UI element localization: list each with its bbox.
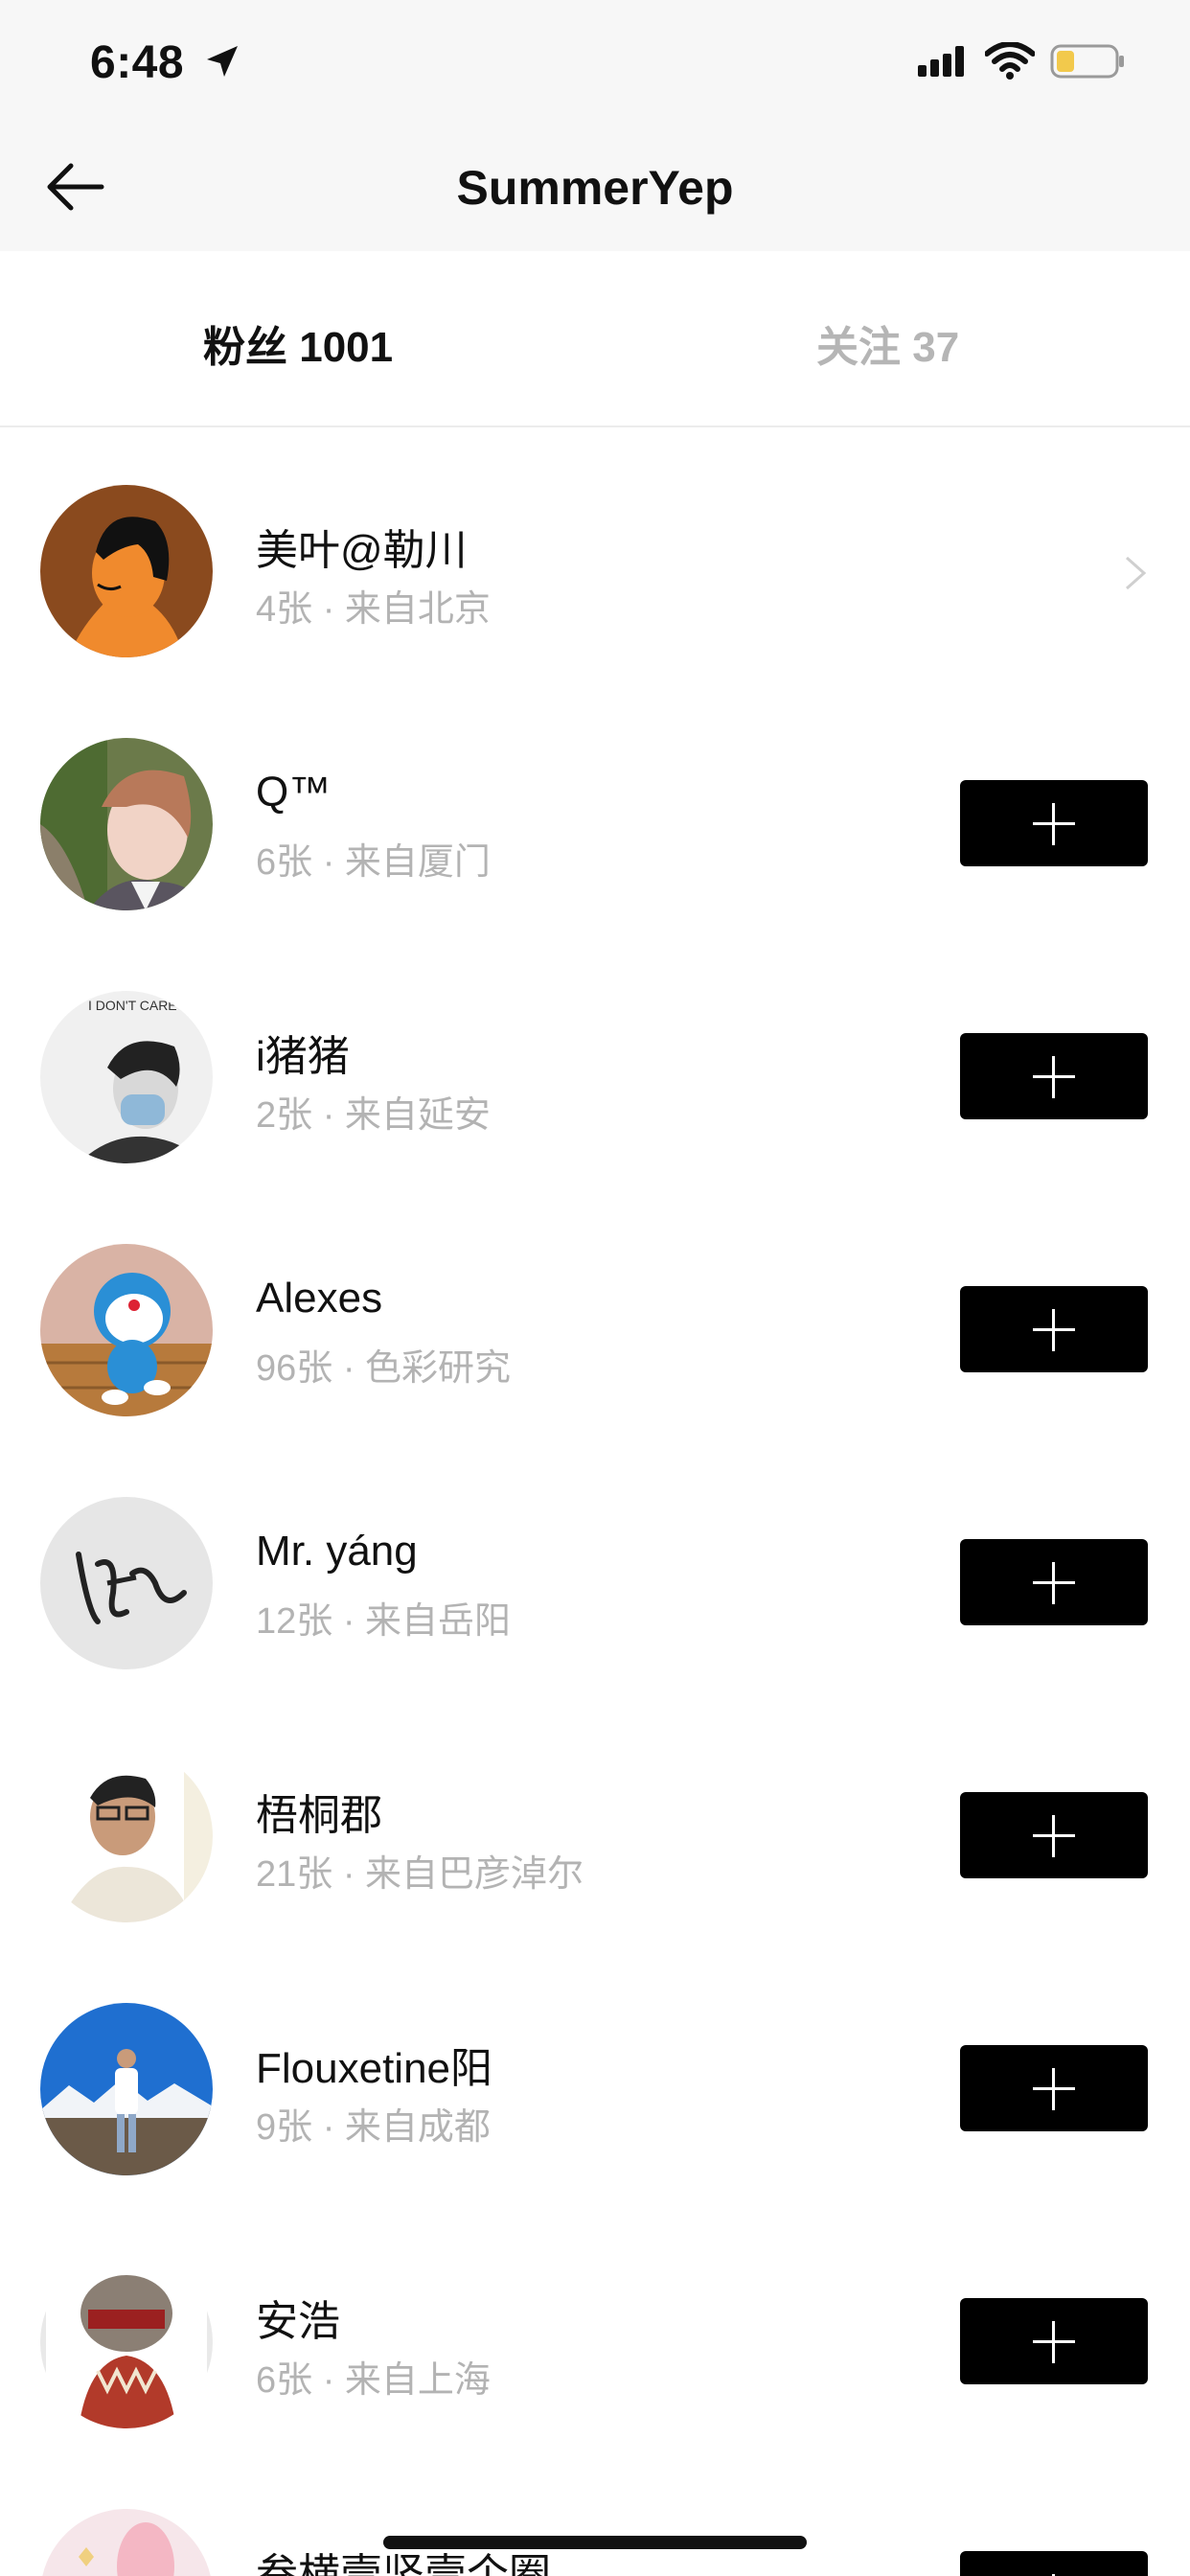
tab-followers[interactable]: 粉丝 1001 [203, 312, 393, 374]
follow-button[interactable] [960, 1033, 1148, 1119]
list-item[interactable]: I DON'T CARE i猪猪 2张 · 来自延安 [0, 949, 1190, 1202]
follow-button[interactable] [960, 2298, 1148, 2384]
follower-name: Mr. yáng [256, 1528, 418, 1575]
avatar: I DON'T CARE [40, 991, 213, 1163]
avatar [40, 738, 213, 910]
home-indicator[interactable] [383, 2536, 807, 2549]
follow-button[interactable] [960, 1792, 1148, 1878]
status-time: 6:48 [90, 37, 185, 88]
list-item[interactable]: Flouxetine阳 9张 · 来自成都 [0, 1961, 1190, 2214]
follower-meta: 96张 · 色彩研究 [256, 1348, 512, 1389]
follower-meta: 2张 · 来自延安 [256, 1095, 491, 1136]
list-item[interactable]: 安浩 6张 · 来自上海 [0, 2214, 1190, 2467]
follower-meta: 4张 · 来自北京 [256, 589, 491, 630]
follower-meta: 6张 · 来自厦门 [256, 842, 491, 883]
follower-meta: 12张 · 来自岳阳 [256, 1601, 512, 1642]
follower-name: 美叶@勒川 [256, 527, 468, 574]
follow-button[interactable] [960, 2551, 1148, 2576]
list-item[interactable]: 美叶@勒川 4张 · 来自北京 [0, 443, 1190, 696]
follower-name: i猪猪 [256, 1033, 350, 1080]
avatar [40, 1750, 213, 1922]
cellular-signal-icon [918, 46, 964, 77]
avatar [40, 485, 213, 657]
location-arrow-icon [207, 46, 238, 77]
follow-button[interactable] [960, 1539, 1148, 1625]
follow-button[interactable] [960, 780, 1148, 866]
avatar [40, 1497, 213, 1669]
avatar [40, 1244, 213, 1416]
wifi-icon [985, 42, 1035, 80]
follower-name: 梧桐郡 [256, 1792, 382, 1839]
chevron-right-icon[interactable] [1123, 554, 1148, 592]
list-item[interactable]: 梧桐郡 21张 · 来自巴彦淖尔 [0, 1708, 1190, 1961]
follower-meta: 21张 · 来自巴彦淖尔 [256, 1854, 584, 1895]
battery-icon [1050, 44, 1124, 79]
follow-button[interactable] [960, 1286, 1148, 1372]
follower-meta: 6张 · 来自上海 [256, 2360, 491, 2401]
follow-button[interactable] [960, 2045, 1148, 2131]
list-item[interactable]: Mr. yáng 12张 · 来自岳阳 [0, 1455, 1190, 1708]
status-bar: 6:48 [0, 0, 1190, 126]
follower-name: Q™ [256, 769, 332, 816]
follower-name: Flouxetine阳 [256, 2045, 493, 2092]
tab-bar [0, 251, 1190, 427]
list-item[interactable]: 叁横壹竖壹个圈 [0, 2467, 1190, 2576]
avatar [40, 2509, 213, 2576]
list-item[interactable]: Alexes 96张 · 色彩研究 [0, 1202, 1190, 1455]
avatar [40, 2003, 213, 2175]
tab-following[interactable]: 关注 37 [816, 312, 959, 374]
page-title: SummerYep [456, 161, 734, 215]
tshirt-text: I DON'T CARE [88, 998, 177, 1013]
follower-meta: 9张 · 来自成都 [256, 2107, 491, 2148]
follower-name: 安浩 [256, 2298, 340, 2345]
avatar [40, 2256, 213, 2428]
follower-name: Alexes [256, 1275, 383, 1322]
list-item[interactable]: Q™ 6张 · 来自厦门 [0, 696, 1190, 949]
